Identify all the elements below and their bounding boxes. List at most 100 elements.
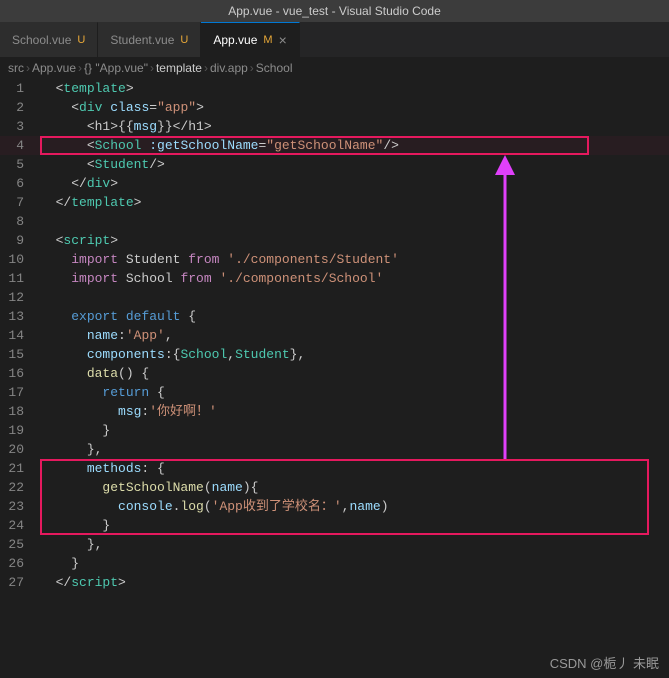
tab-student[interactable]: Student.vue U <box>98 22 201 57</box>
line-number-12: 12 <box>0 290 40 305</box>
tab-app[interactable]: App.vue M × <box>201 22 299 57</box>
close-icon[interactable]: × <box>279 32 287 48</box>
line-14: 14 name:'App', <box>0 326 669 345</box>
line-content-25: }, <box>40 535 669 554</box>
watermark: CSDN @栀丿 未眠 <box>550 653 659 672</box>
line-content-5: <Student/> <box>40 155 669 174</box>
line-16: 16 data() { <box>0 364 669 383</box>
line-number-16: 16 <box>0 366 40 381</box>
line-content-26: } <box>40 554 669 573</box>
line-number-7: 7 <box>0 195 40 210</box>
line-26: 26 } <box>0 554 669 573</box>
line-number-26: 26 <box>0 556 40 571</box>
line-number-3: 3 <box>0 119 40 134</box>
line-number-21: 21 <box>0 461 40 476</box>
titlebar-text: App.vue - vue_test - Visual Studio Code <box>228 4 441 18</box>
line-content-19: } <box>40 421 669 440</box>
tabbar: School.vue U Student.vue U App.vue M × <box>0 22 669 57</box>
breadcrumb-divapp: div.app <box>210 61 248 75</box>
line-9: 9 <script> <box>0 231 669 250</box>
line-number-4: 4 <box>0 138 40 153</box>
line-21: 21 methods: { <box>0 459 669 478</box>
breadcrumb-obj: {} "App.vue" <box>84 61 148 75</box>
line-content-11: import School from './components/School' <box>40 269 669 288</box>
breadcrumb-src: src <box>8 61 24 75</box>
line-13: 13 export default { <box>0 307 669 326</box>
line-number-22: 22 <box>0 480 40 495</box>
line-number-24: 24 <box>0 518 40 533</box>
line-content-2: <div class="app"> <box>40 98 669 117</box>
line-content-18: msg:'你好啊！' <box>40 402 669 421</box>
line-number-11: 11 <box>0 271 40 286</box>
line-number-25: 25 <box>0 537 40 552</box>
line-number-18: 18 <box>0 404 40 419</box>
line-8: 8 <box>0 212 669 231</box>
line-number-17: 17 <box>0 385 40 400</box>
breadcrumb-template: template <box>156 61 202 75</box>
line-content-17: return { <box>40 383 669 402</box>
line-18: 18 msg:'你好啊！' <box>0 402 669 421</box>
line-content-16: data() { <box>40 364 669 383</box>
line-19: 19 } <box>0 421 669 440</box>
line-content-13: export default { <box>40 307 669 326</box>
tab-school[interactable]: School.vue U <box>0 22 98 57</box>
line-20: 20 }, <box>0 440 669 459</box>
line-number-27: 27 <box>0 575 40 590</box>
tab-student-modifier: U <box>180 34 188 46</box>
tab-app-modifier: M <box>263 34 272 46</box>
line-number-13: 13 <box>0 309 40 324</box>
line-27: 27 </script> <box>0 573 669 592</box>
line-17: 17 return { <box>0 383 669 402</box>
line-content-23: console.log('App收到了学校名：',name) <box>40 497 669 516</box>
line-content-22: getSchoolName(name){ <box>40 478 669 497</box>
line-number-23: 23 <box>0 499 40 514</box>
line-content-12 <box>40 288 669 307</box>
line-content-8 <box>40 212 669 231</box>
line-10: 10 import Student from './components/Stu… <box>0 250 669 269</box>
line-number-2: 2 <box>0 100 40 115</box>
line-11: 11 import School from './components/Scho… <box>0 269 669 288</box>
breadcrumb-school: School <box>256 61 293 75</box>
line-3: 3 <h1>{{msg}}</h1> <box>0 117 669 136</box>
line-content-3: <h1>{{msg}}</h1> <box>40 117 669 136</box>
line-content-4: <School :getSchoolName="getSchoolName"/> <box>40 136 669 155</box>
line-number-15: 15 <box>0 347 40 362</box>
breadcrumb-appvue: App.vue <box>32 61 76 75</box>
line-23: 23 console.log('App收到了学校名：',name) <box>0 497 669 516</box>
line-12: 12 <box>0 288 669 307</box>
line-number-14: 14 <box>0 328 40 343</box>
line-15: 15 components:{School,Student}, <box>0 345 669 364</box>
line-number-5: 5 <box>0 157 40 172</box>
line-number-9: 9 <box>0 233 40 248</box>
line-content-24: } <box>40 516 669 535</box>
tab-student-label: Student.vue <box>110 33 174 47</box>
line-content-14: name:'App', <box>40 326 669 345</box>
line-number-8: 8 <box>0 214 40 229</box>
line-2: 2 <div class="app"> <box>0 98 669 117</box>
line-content-7: </template> <box>40 193 669 212</box>
line-5: 5 <Student/> <box>0 155 669 174</box>
line-1: 1 <template> <box>0 79 669 98</box>
line-number-1: 1 <box>0 81 40 96</box>
titlebar: App.vue - vue_test - Visual Studio Code <box>0 0 669 22</box>
tab-school-label: School.vue <box>12 33 71 47</box>
line-6: 6 </div> <box>0 174 669 193</box>
line-content-27: </script> <box>40 573 669 592</box>
tab-school-modifier: U <box>77 34 85 46</box>
line-content-6: </div> <box>40 174 669 193</box>
line-number-10: 10 <box>0 252 40 267</box>
line-content-9: <script> <box>40 231 669 250</box>
tab-app-label: App.vue <box>213 33 257 47</box>
line-24: 24 } <box>0 516 669 535</box>
line-25: 25 }, <box>0 535 669 554</box>
line-content-20: }, <box>40 440 669 459</box>
line-content-1: <template> <box>40 79 669 98</box>
line-22: 22 getSchoolName(name){ <box>0 478 669 497</box>
line-4: 4 <School :getSchoolName="getSchoolName"… <box>0 136 669 155</box>
line-number-20: 20 <box>0 442 40 457</box>
line-content-10: import Student from './components/Studen… <box>40 250 669 269</box>
breadcrumb: src › App.vue › {} "App.vue" › template … <box>0 57 669 79</box>
editor: 1 <template>2 <div class="app">3 <h1>{{m… <box>0 79 669 592</box>
line-number-19: 19 <box>0 423 40 438</box>
line-content-21: methods: { <box>40 459 669 478</box>
